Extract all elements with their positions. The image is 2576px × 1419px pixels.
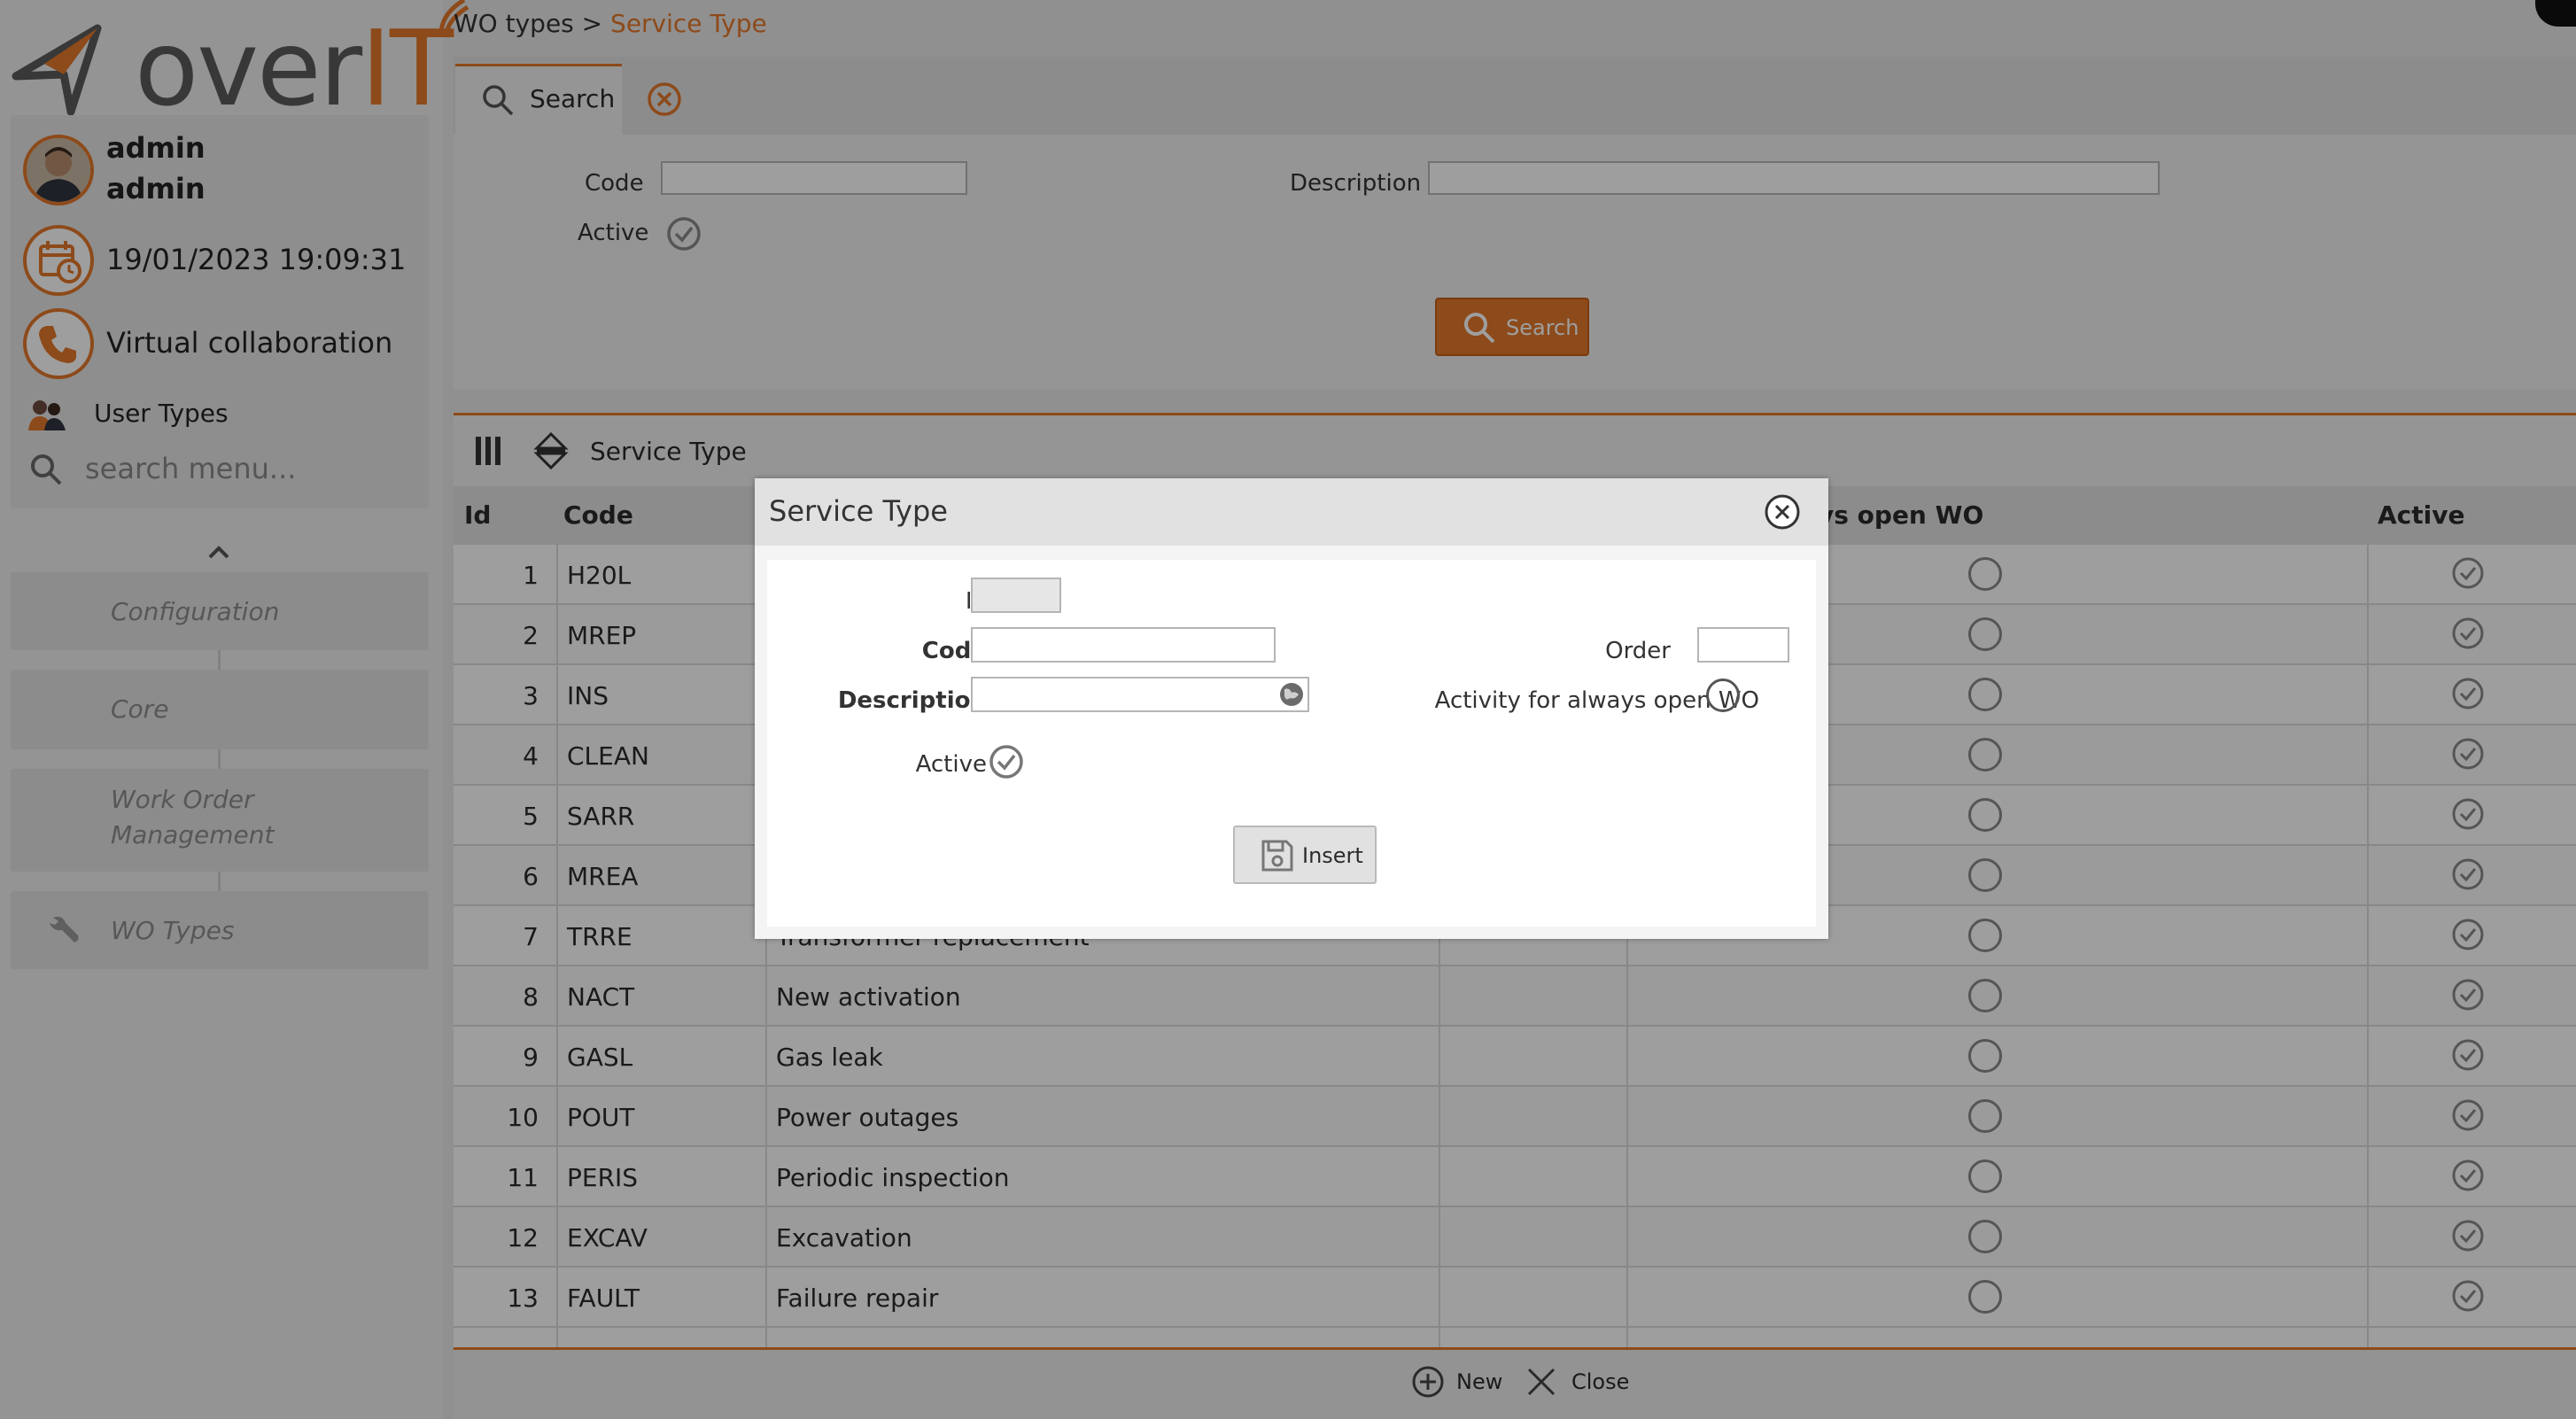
save-icon — [1261, 840, 1293, 872]
insert-button[interactable]: Insert — [1233, 826, 1377, 884]
dialog-title: Service Type — [769, 494, 948, 528]
order-label: Order — [1605, 638, 1671, 664]
insert-button-label: Insert — [1302, 843, 1363, 868]
code-label: Code — [921, 638, 987, 664]
service-type-dialog: Service Type Id Code Order Description A… — [755, 478, 1828, 939]
active-label: Active — [915, 751, 987, 778]
order-field[interactable] — [1697, 627, 1789, 663]
description-label: Description — [837, 687, 987, 714]
dialog-body: Id Code Order Description Activity for a… — [767, 560, 1816, 927]
globe-icon[interactable] — [1274, 677, 1309, 712]
dialog-header: Service Type — [755, 478, 1828, 546]
always-open-radio[interactable] — [1706, 678, 1740, 712]
dialog-close-icon[interactable] — [1763, 492, 1802, 531]
always-open-label: Activity for always open WO — [1434, 687, 1759, 714]
code-field[interactable] — [971, 627, 1276, 663]
description-field[interactable] — [971, 677, 1309, 712]
active-checkbox-checked-icon[interactable] — [987, 742, 1026, 781]
id-field — [971, 578, 1061, 613]
